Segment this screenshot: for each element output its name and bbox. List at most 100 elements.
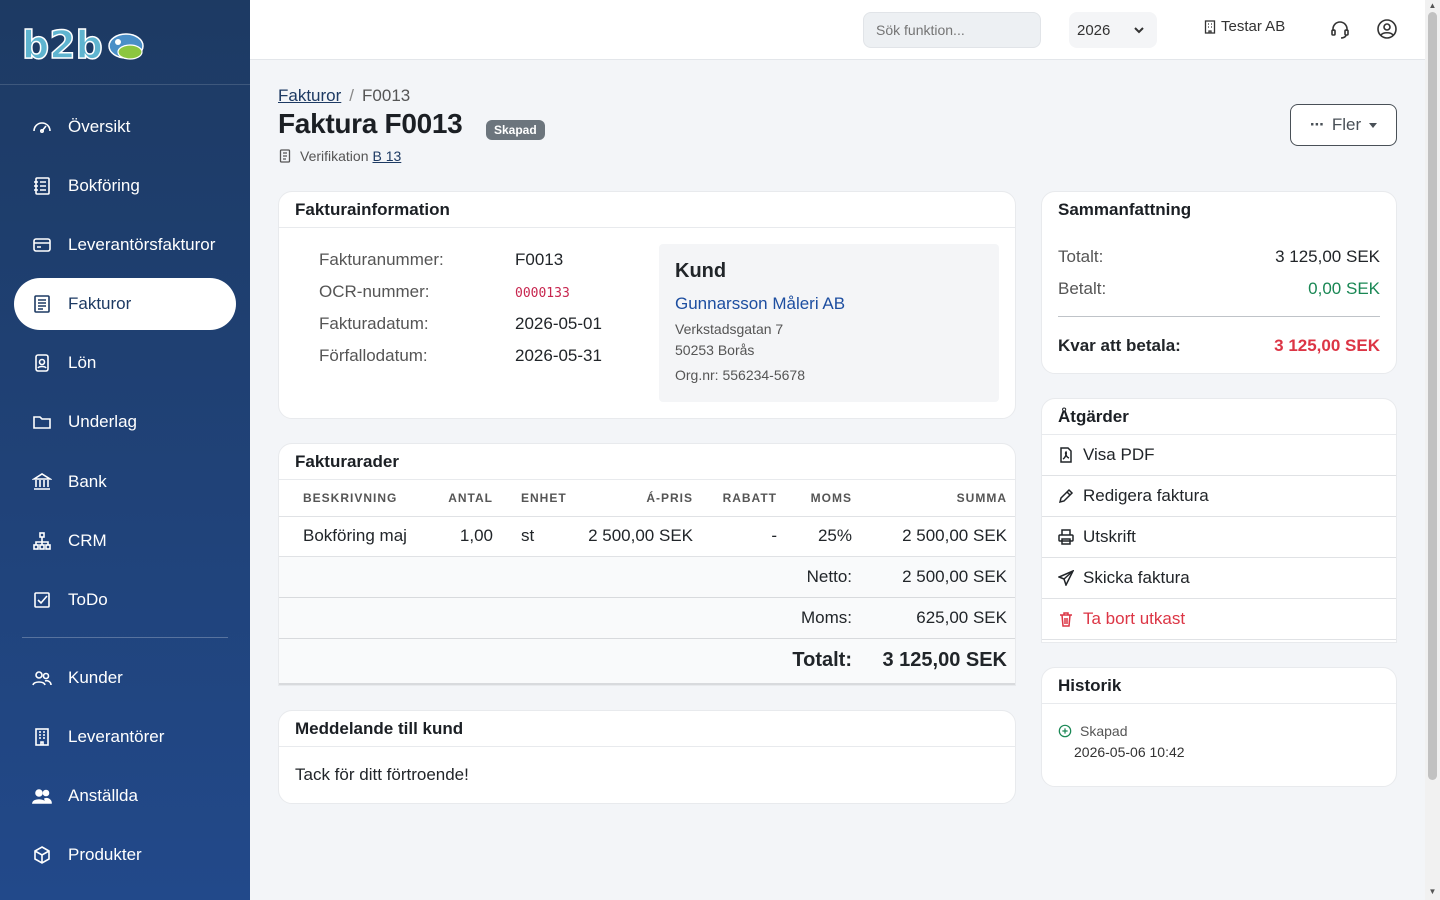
caret-down-icon: [1369, 122, 1378, 128]
netto-value: 2 500,00 SEK: [852, 556, 1015, 598]
moms-value: 625,00 SEK: [852, 597, 1015, 639]
check-square-icon: [32, 590, 52, 610]
speedometer-icon: [32, 117, 52, 137]
sidebar: b2b Översikt Bokföring Leverantörsfaktur…: [0, 0, 250, 900]
pdf-icon: [1060, 447, 1072, 463]
sidebar-item-produkter[interactable]: Produkter: [14, 829, 236, 881]
netto-row: Netto: 2 500,00 SEK: [279, 556, 1015, 598]
edit-invoice-button[interactable]: Redigera faktura: [1042, 476, 1396, 517]
sidebar-item-anstallda[interactable]: Anställda: [14, 770, 236, 822]
row-quantity: 1,00: [429, 516, 493, 557]
action-label: Visa PDF: [1083, 445, 1155, 464]
sidebar-item-bokforing[interactable]: Bokföring: [14, 160, 236, 212]
people-icon: [32, 668, 52, 688]
summary-paid-value: 0,00 SEK: [1308, 279, 1380, 298]
customer-box: Kund Gunnarsson Måleri AB Verkstadsgatan…: [659, 244, 999, 402]
support-headset-icon[interactable]: [1329, 18, 1351, 40]
invoice-icon: [32, 294, 52, 314]
journal-icon: [279, 149, 291, 163]
row-sum: 2 500,00 SEK: [852, 516, 1015, 557]
trash-icon: [1060, 612, 1072, 627]
year-value: 2026: [1077, 21, 1111, 39]
more-button-label: Fler: [1331, 115, 1362, 134]
field-label: Förfallodatum:: [319, 346, 428, 365]
row-discount: -: [697, 516, 777, 557]
card-heading: Åtgärder: [1042, 399, 1396, 435]
search-input[interactable]: [863, 12, 1041, 48]
summary-due-value: 3 125,00 SEK: [1274, 336, 1380, 355]
box-icon: [32, 845, 52, 865]
person-badge-icon: [32, 353, 52, 373]
print-button[interactable]: Utskrift: [1042, 517, 1396, 558]
history-event-time: 2026-05-06 10:42: [1074, 744, 1185, 760]
company-selector[interactable]: Testar AB: [1204, 18, 1285, 35]
customer-name-link[interactable]: Gunnarsson Måleri AB: [675, 294, 845, 314]
sidebar-item-label: CRM: [68, 531, 107, 550]
column-header: SUMMA: [852, 480, 1015, 517]
summary-total-label: Totalt:: [1058, 247, 1104, 266]
invoice-rows-table: BESKRIVNING ANTAL ENHET Á-PRIS RABATT MO…: [279, 480, 1015, 685]
sidebar-item-label: Bank: [68, 472, 107, 491]
sidebar-item-lon[interactable]: Lön: [14, 337, 236, 389]
verification-label: Verifikation: [300, 148, 369, 164]
sidebar-item-leverantorsfakturor[interactable]: Leverantörsfakturor: [14, 219, 236, 271]
sidebar-item-crm[interactable]: CRM: [14, 515, 236, 567]
column-header: MOMS: [777, 480, 852, 517]
message-text: Tack för ditt förtroende!: [295, 765, 469, 784]
invoice-date-value: 2026-05-01: [515, 314, 602, 333]
summary-total-line: Totalt: 3 125,00 SEK: [1058, 247, 1380, 267]
send-invoice-button[interactable]: Skicka faktura: [1042, 558, 1396, 599]
diagram-icon: [32, 531, 52, 551]
summary-divider: [1058, 316, 1380, 317]
b2b-logo[interactable]: b2b: [22, 24, 148, 64]
scroll-down-arrow[interactable]: ▼: [1428, 888, 1437, 896]
delete-draft-button[interactable]: Ta bort utkast: [1042, 599, 1396, 640]
more-button[interactable]: ··· Fler: [1290, 104, 1397, 146]
action-label: Redigera faktura: [1083, 486, 1209, 505]
column-header: ANTAL: [429, 480, 493, 517]
column-header: BESKRIVNING: [279, 480, 429, 517]
user-account-icon[interactable]: [1376, 18, 1398, 40]
printer-icon: [1058, 529, 1074, 545]
svg-text:b2b: b2b: [22, 24, 103, 64]
column-header: RABATT: [697, 480, 777, 517]
pencil-icon: [1058, 488, 1074, 504]
summary-due-label: Kvar att betala:: [1058, 336, 1181, 355]
sidebar-item-fakturor[interactable]: Fakturor: [14, 278, 236, 330]
sidebar-item-bank[interactable]: Bank: [14, 456, 236, 508]
verification-link[interactable]: B 13: [372, 148, 401, 164]
sidebar-item-label: Leverantörsfakturor: [68, 235, 216, 254]
history-card: Historik Skapad 2026-05-06 10:42: [1041, 667, 1397, 787]
action-label: Skicka faktura: [1083, 568, 1190, 587]
building-icon: [32, 727, 52, 747]
sidebar-item-underlag[interactable]: Underlag: [14, 396, 236, 448]
field-label: Fakturadatum:: [319, 314, 429, 333]
summary-paid-line: Betalt: 0,00 SEK: [1058, 279, 1380, 299]
sidebar-item-todo[interactable]: ToDo: [14, 574, 236, 626]
field-label: Fakturanummer:: [319, 250, 444, 269]
ocr-number-value: 0000133: [515, 286, 570, 301]
sidebar-item-oversikt[interactable]: Översikt: [14, 101, 236, 153]
summary-paid-label: Betalt:: [1058, 279, 1107, 298]
verification-reference: Verifikation B 13: [278, 148, 401, 164]
scroll-up-arrow[interactable]: ▲: [1428, 2, 1437, 10]
breadcrumb-link-fakturor[interactable]: Fakturor: [278, 86, 341, 105]
people-fill-icon: [32, 786, 52, 806]
sidebar-item-kunder[interactable]: Kunder: [14, 652, 236, 704]
moms-label: Moms:: [279, 597, 852, 639]
sidebar-item-leverantorer[interactable]: Leverantörer: [14, 711, 236, 763]
row-unit-price: 2 500,00 SEK: [585, 516, 697, 557]
plus-circle-icon: [1058, 724, 1072, 738]
action-label: Ta bort utkast: [1083, 609, 1186, 628]
invoice-rows-card: Fakturarader BESKRIVNING ANTAL ENHET Á-P…: [278, 443, 1016, 686]
company-name: Testar AB: [1221, 18, 1286, 35]
sidebar-item-label: Översikt: [68, 117, 131, 136]
view-pdf-button[interactable]: Visa PDF: [1042, 435, 1396, 476]
summary-due-line: Kvar att betala: 3 125,00 SEK: [1058, 336, 1380, 356]
sidebar-item-label: Kunder: [68, 668, 123, 687]
logo-area: b2b: [0, 0, 250, 85]
year-select[interactable]: 2026: [1069, 12, 1157, 48]
breadcrumb-current: F0013: [362, 86, 411, 105]
scrollbar-thumb[interactable]: [1428, 12, 1437, 780]
card-heading: Fakturarader: [279, 444, 1015, 480]
